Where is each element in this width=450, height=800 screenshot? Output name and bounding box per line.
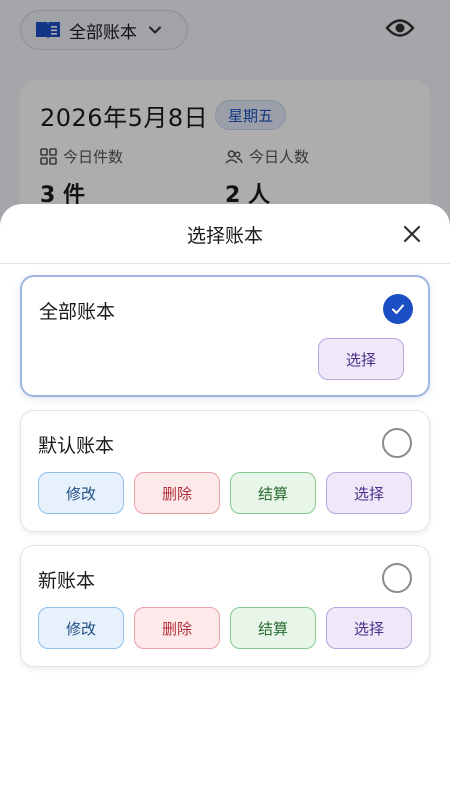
book-name: 全部账本 [39,301,116,323]
book-radio-selected[interactable] [383,294,413,324]
select-book-sheet: 选择账本 全部账本 选择 默认账本 修改 删除 结算 选择 新账本 修改 删除 … [0,204,450,800]
select-button[interactable]: 选择 [326,607,412,649]
book-name: 新账本 [38,570,96,592]
book-radio[interactable] [382,428,412,458]
book-card-default[interactable]: 默认账本 修改 删除 结算 选择 [20,410,430,532]
select-button[interactable]: 选择 [318,338,404,380]
sheet-header: 选择账本 [0,204,450,264]
edit-button[interactable]: 修改 [38,607,124,649]
close-icon [403,225,421,243]
settle-button[interactable]: 结算 [230,472,316,514]
delete-button[interactable]: 删除 [134,472,220,514]
sheet-title: 选择账本 [186,225,263,247]
edit-button[interactable]: 修改 [38,472,124,514]
check-icon [392,304,404,314]
select-button[interactable]: 选择 [326,472,412,514]
delete-button[interactable]: 删除 [134,607,220,649]
settle-button[interactable]: 结算 [230,607,316,649]
book-name: 默认账本 [38,435,115,457]
close-button[interactable] [398,220,426,248]
book-radio[interactable] [382,563,412,593]
book-card-new[interactable]: 新账本 修改 删除 结算 选择 [20,545,430,667]
book-card-all[interactable]: 全部账本 选择 [20,275,430,397]
